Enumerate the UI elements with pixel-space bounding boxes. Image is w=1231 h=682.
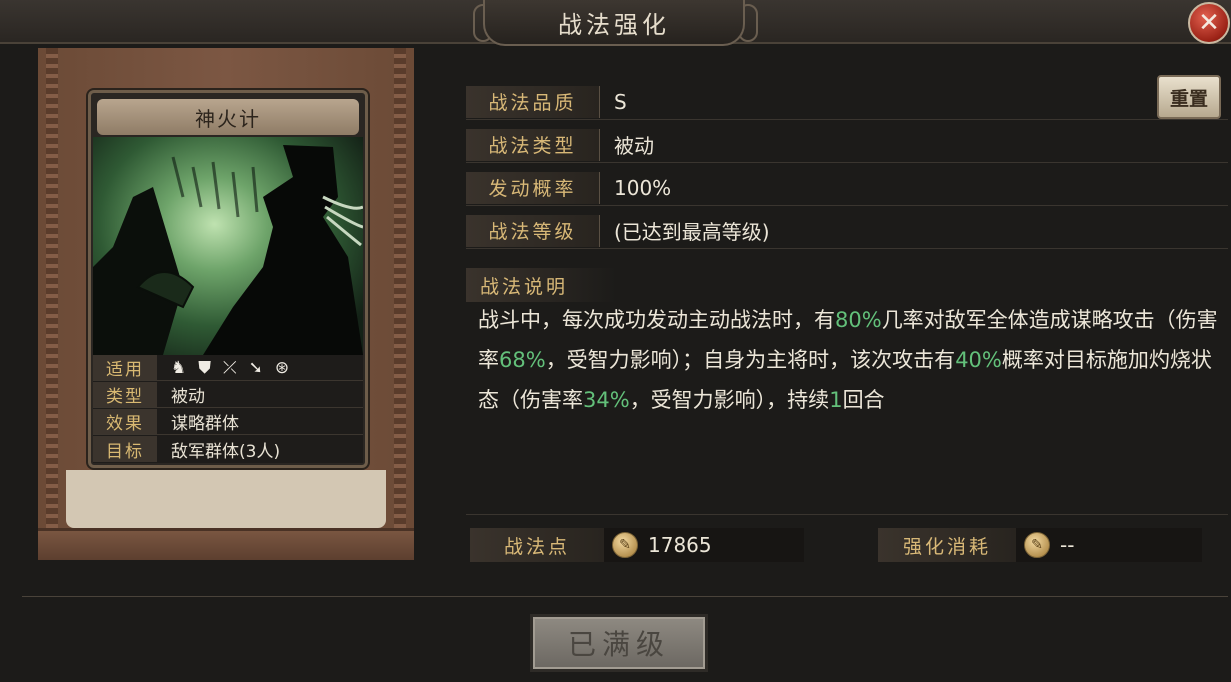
card-info-key: 类型 (93, 382, 157, 407)
card-info-row-target: 目标 敌军群体(3人) (93, 436, 363, 462)
skill-point-coin-icon: ✎ (1024, 532, 1050, 558)
attribute-row-type: 战法类型 被动 (466, 127, 1228, 163)
card-info-value: 谋略群体 (171, 414, 239, 434)
enhance-cost-value: -- (1060, 533, 1075, 557)
divider (22, 596, 1228, 597)
enhance-cost-value-box: ✎ -- (1016, 528, 1202, 562)
skill-card: 神火计 适用 ♞ ⛊ ⤫ ➘ ⊛ 类型 被动 效果 谋略群体 目标 敌军群体(3… (88, 90, 368, 468)
description-segment: 战斗中，每次成功发动主动战法时，有 (478, 308, 835, 332)
wheel-icon: ⊛ (274, 357, 290, 378)
attribute-value: S (614, 89, 627, 114)
attribute-row-level: 战法等级 (已达到最高等级) (466, 213, 1228, 249)
description-highlight: 40% (955, 348, 1002, 372)
card-info-row-effect: 效果 谋略群体 (93, 409, 363, 435)
divider (466, 514, 1228, 515)
scroll-paper (66, 470, 386, 528)
window-title: 战法强化 (483, 0, 745, 46)
attribute-row-quality: 战法品质 S (466, 84, 1228, 120)
card-info-row-usage: 适用 ♞ ⛊ ⤫ ➘ ⊛ (93, 355, 363, 381)
skill-points-value-box: ✎ 17865 (604, 528, 804, 562)
description-highlight: 80% (835, 308, 882, 332)
skill-points-label: 战法点 (470, 528, 604, 562)
skill-points: 战法点 ✎ 17865 (470, 528, 804, 562)
unit-type-icons: ♞ ⛊ ⤫ ➘ ⊛ (157, 358, 289, 378)
card-name: 神火计 (97, 99, 359, 135)
card-info-row-type: 类型 被动 (93, 382, 363, 408)
attribute-label: 战法品质 (466, 85, 600, 118)
attribute-row-trigger-rate: 发动概率 100% (466, 170, 1228, 206)
description-segment: ，受智力影响），持续 (629, 388, 830, 412)
attribute-value: 被动 (614, 134, 654, 158)
cavalry-icon: ♞ (171, 357, 187, 378)
card-illustration (93, 137, 363, 355)
description-highlight: 1 (829, 388, 843, 412)
card-info-key: 效果 (93, 409, 157, 434)
scroll-rod (38, 528, 414, 560)
skill-points-value: 17865 (648, 533, 712, 557)
card-info-table: 适用 ♞ ⛊ ⤫ ➘ ⊛ 类型 被动 效果 谋略群体 目标 敌军群体(3人) (93, 355, 363, 463)
max-level-button[interactable]: 已满级 (530, 614, 708, 672)
card-info-key: 目标 (93, 436, 157, 462)
skill-point-coin-icon: ✎ (612, 532, 638, 558)
bow-icon: ⤫ (223, 357, 237, 378)
description-segment: 回合 (842, 388, 885, 412)
enhance-cost: 强化消耗 ✎ -- (878, 528, 1202, 562)
strategist-silhouette-art (93, 145, 363, 355)
attribute-value: 100% (614, 175, 672, 200)
reset-button[interactable]: 重置 (1157, 75, 1221, 119)
description-highlight: 68% (499, 348, 546, 372)
card-info-value: 被动 (171, 387, 205, 407)
enhance-cost-label: 强化消耗 (878, 528, 1016, 562)
shield-icon: ⛊ (198, 357, 211, 378)
spear-icon: ➘ (248, 357, 263, 378)
description-highlight: 34% (583, 388, 630, 412)
attribute-label: 战法类型 (466, 128, 600, 161)
close-icon: ✕ (1198, 8, 1220, 38)
description-title: 战法说明 (466, 268, 616, 302)
description-text: 战斗中，每次成功发动主动战法时，有80%几率对敌军全体造成谋略攻击（伤害率68%… (478, 300, 1218, 420)
description-segment: ，受智力影响）；自身为主将时，该次攻击有 (545, 348, 956, 372)
attribute-value: (已达到最高等级) (614, 220, 770, 244)
card-info-key: 适用 (93, 355, 157, 380)
attribute-label: 发动概率 (466, 171, 600, 204)
card-info-value: 敌军群体(3人) (171, 441, 281, 462)
attribute-label: 战法等级 (466, 214, 600, 247)
close-button[interactable]: ✕ (1188, 2, 1230, 44)
